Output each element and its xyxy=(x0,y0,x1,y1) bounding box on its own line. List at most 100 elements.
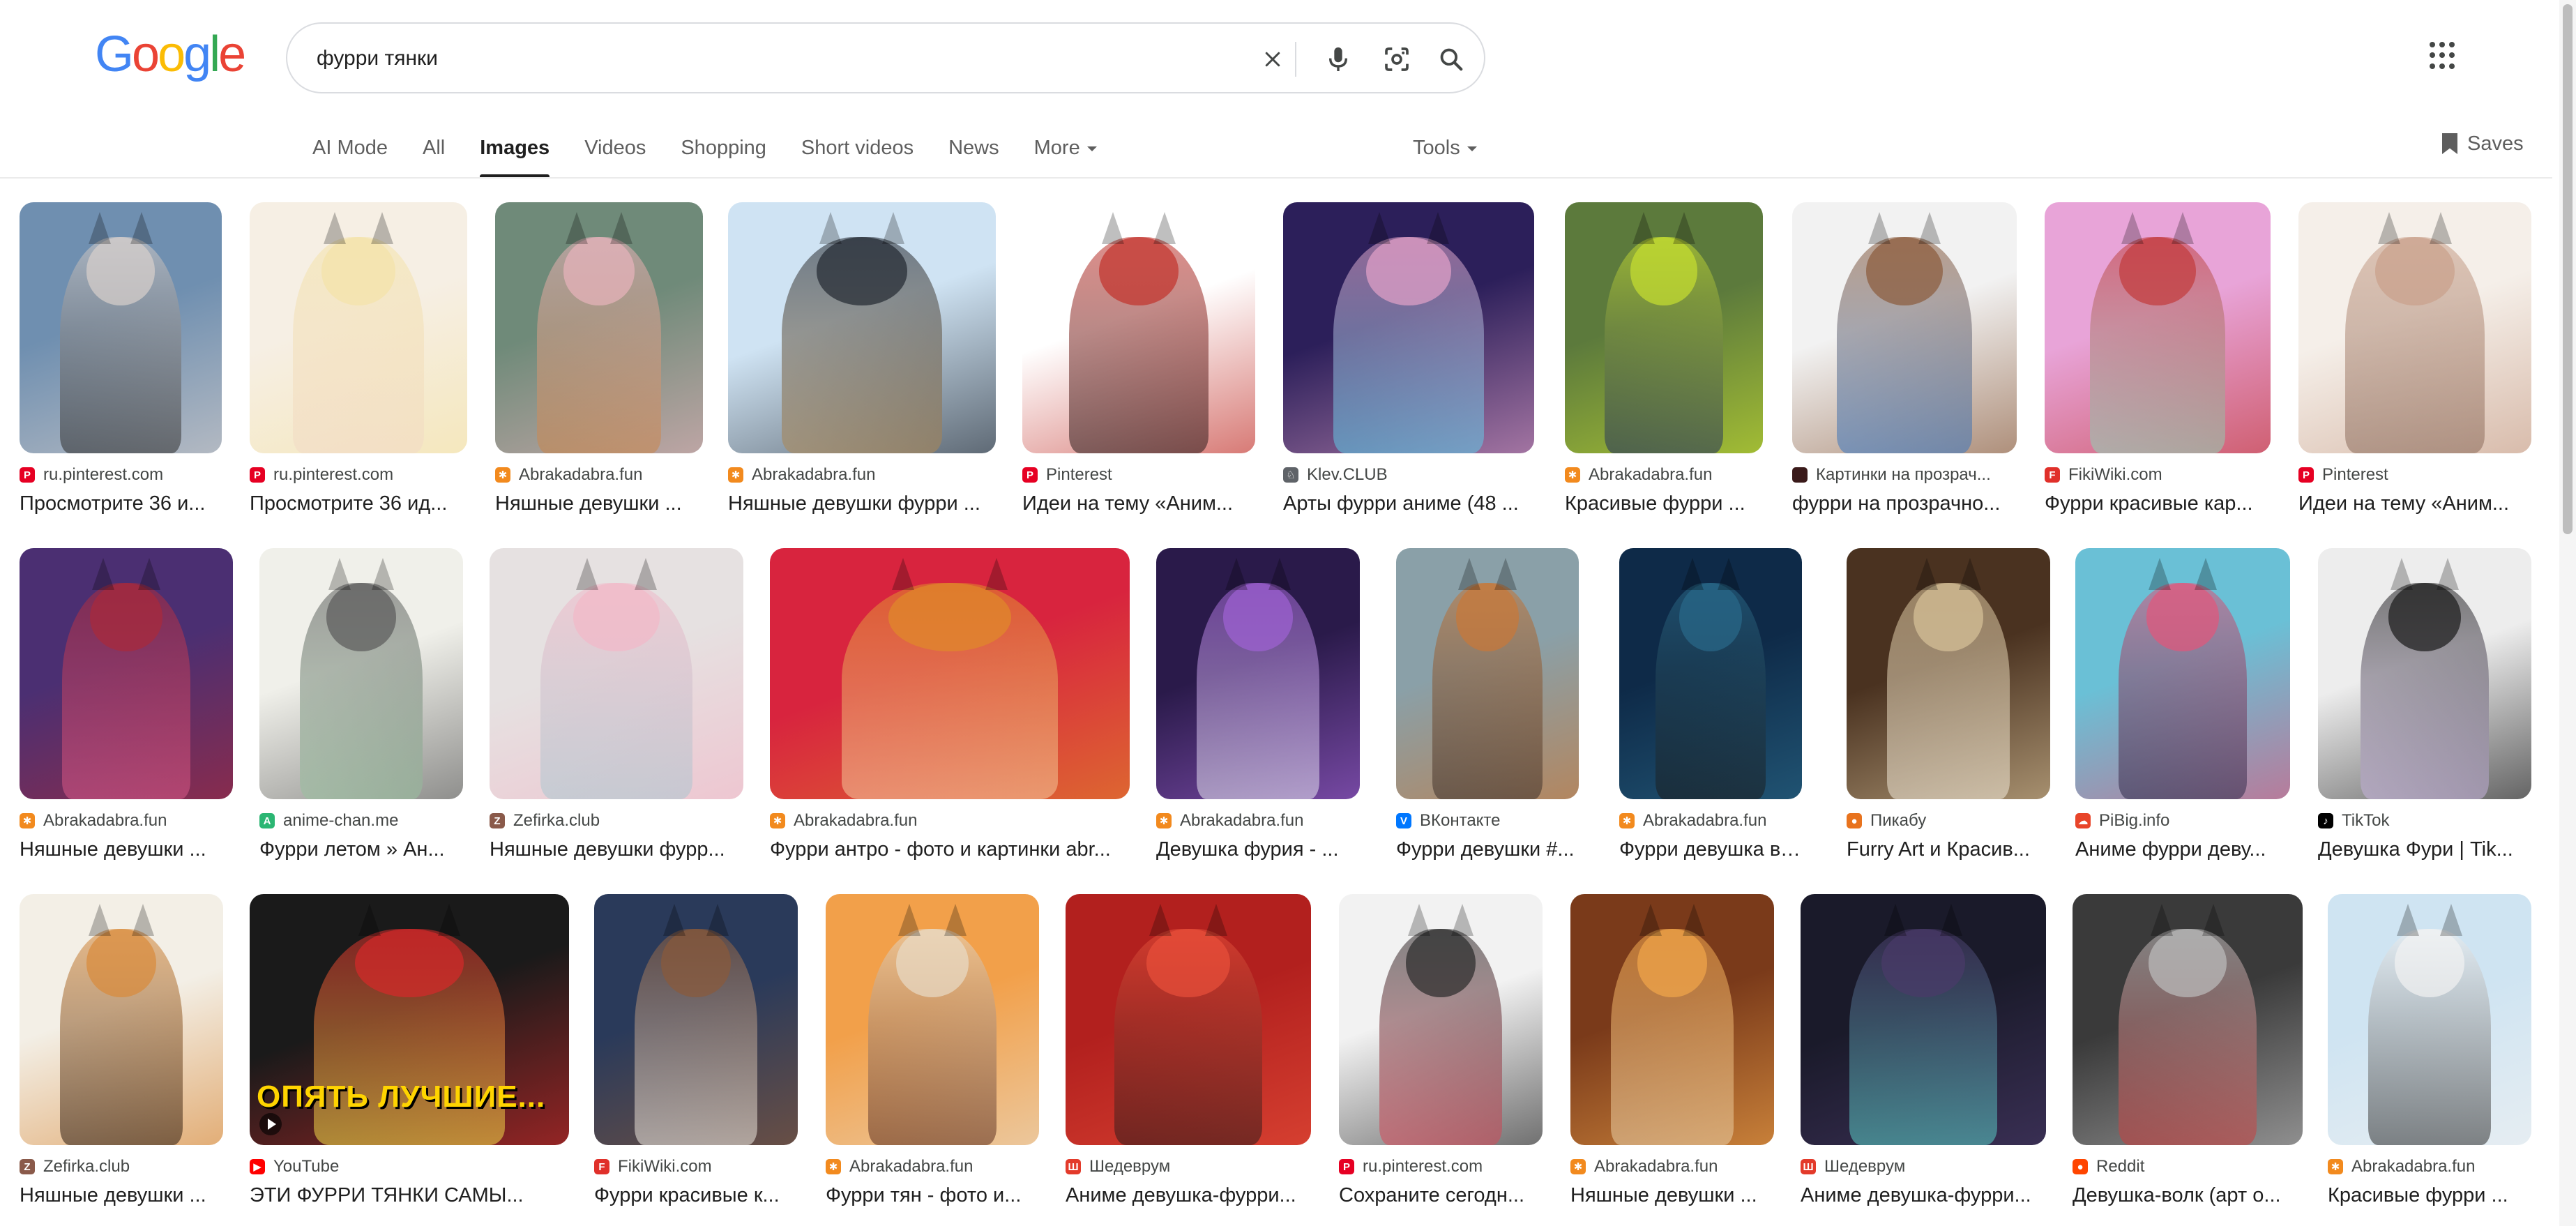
image-result[interactable]: ✱ Abrakadabra.fun Няшные девушки ... xyxy=(495,202,703,517)
result-source[interactable]: ● Reddit xyxy=(2073,1156,2303,1177)
close-icon[interactable] xyxy=(1255,42,1290,77)
result-source[interactable]: Aanime-chan.me xyxy=(259,810,463,831)
result-thumbnail[interactable] xyxy=(1801,894,2046,1145)
result-source[interactable]: ☁ PiBig.info xyxy=(2075,810,2290,831)
result-title[interactable]: Аниме девушка-фурри... xyxy=(1066,1183,1311,1209)
result-source[interactable]: Ш Шедеврум xyxy=(1066,1156,1311,1177)
image-result[interactable]: F FikiWiki.com Фурри красивые кар... xyxy=(2045,202,2271,517)
scrollbar[interactable] xyxy=(2559,0,2576,1226)
result-source[interactable]: ✱ Abrakadabra.fun xyxy=(1565,464,1763,485)
search-input[interactable] xyxy=(317,43,1188,74)
result-thumbnail[interactable] xyxy=(770,548,1130,799)
result-title[interactable]: Идеи на тему «Аним... xyxy=(1022,491,1255,517)
result-source[interactable]: ♘ Klev.CLUB xyxy=(1283,464,1534,485)
image-result[interactable]: ✱ Abrakadabra.fun Няшные девушки ... xyxy=(1570,894,1774,1209)
result-source[interactable]: ✱ Abrakadabra.fun xyxy=(495,464,703,485)
search-box[interactable] xyxy=(286,22,1485,93)
image-result[interactable]: Z Zefirka.club Няшные девушки ... xyxy=(20,894,223,1209)
result-title[interactable]: Фурри красивые кар... xyxy=(2045,491,2271,517)
result-thumbnail[interactable] xyxy=(2328,894,2531,1145)
result-source[interactable]: ▶ YouTube xyxy=(250,1156,569,1177)
result-source[interactable]: ✱ Abrakadabra.fun xyxy=(2328,1156,2531,1177)
result-source[interactable]: ● Пикабу xyxy=(1847,810,2050,831)
result-source[interactable]: ✱ Abrakadabra.fun xyxy=(1619,810,1802,831)
result-thumbnail[interactable] xyxy=(1565,202,1763,453)
result-title[interactable]: Просмотрите 36 и... xyxy=(20,491,222,517)
result-source[interactable]: ✱ Abrakadabra.fun xyxy=(826,1156,1039,1177)
result-title[interactable]: Furry Art и Красив... xyxy=(1847,837,2050,863)
result-title[interactable]: ЭТИ ФУРРИ ТЯНКИ САМЫ... xyxy=(250,1183,569,1209)
result-title[interactable]: Фурри антро - фото и картинки abr... xyxy=(770,837,1130,863)
result-title[interactable]: Красивые фурри ... xyxy=(2328,1183,2531,1209)
result-thumbnail[interactable] xyxy=(20,548,233,799)
result-thumbnail[interactable] xyxy=(826,894,1039,1145)
result-thumbnail[interactable]: ОПЯТЬ ЛУЧШИЕ... xyxy=(250,894,569,1145)
result-title[interactable]: Няшные девушки фурри ... xyxy=(728,491,996,517)
result-source[interactable]: F FikiWiki.com xyxy=(594,1156,798,1177)
image-result[interactable]: ☁ PiBig.info Аниме фурри деву... xyxy=(2075,548,2290,863)
result-source[interactable]: ✱ Abrakadabra.fun xyxy=(1156,810,1360,831)
result-source[interactable]: Pru.pinterest.com xyxy=(20,464,222,485)
result-title[interactable]: Няшные девушки ... xyxy=(20,837,233,863)
saves-button[interactable]: Saves xyxy=(2442,127,2524,160)
result-thumbnail[interactable] xyxy=(2075,548,2290,799)
image-result[interactable]: ОПЯТЬ ЛУЧШИЕ... ▶ YouTube ЭТИ ФУРРИ ТЯНКИ С… xyxy=(250,894,569,1209)
image-result[interactable]: Картинки на прозрач... фурри на прозрачно… xyxy=(1792,202,2017,517)
result-thumbnail[interactable] xyxy=(259,548,463,799)
result-title[interactable]: Девушка-волк (арт о... xyxy=(2073,1183,2303,1209)
result-source[interactable]: ✱ Abrakadabra.fun xyxy=(20,810,233,831)
image-result[interactable]: F FikiWiki.com Фурри красивые к... xyxy=(594,894,798,1209)
result-title[interactable]: Идеи на тему «Аним... xyxy=(2298,491,2531,517)
result-title[interactable]: Арты фурри аниме (48 ... xyxy=(1283,491,1534,517)
image-result[interactable]: ✱ Abrakadabra.fun Няшные девушки фурри ... xyxy=(728,202,996,517)
result-source[interactable]: Ш Шедеврум xyxy=(1801,1156,2046,1177)
result-title[interactable]: Аниме фурри деву... xyxy=(2075,837,2290,863)
result-thumbnail[interactable] xyxy=(1570,894,1774,1145)
result-title[interactable]: Няшные девушки ... xyxy=(20,1183,223,1209)
result-source[interactable]: Z Zefirka.club xyxy=(20,1156,223,1177)
image-result[interactable]: P Pinterest Идеи на тему «Аним... xyxy=(1022,202,1255,517)
result-source[interactable]: F FikiWiki.com xyxy=(2045,464,2271,485)
image-result[interactable]: Pru.pinterest.com Просмотрите 36 ид... xyxy=(250,202,467,517)
result-thumbnail[interactable] xyxy=(1022,202,1255,453)
image-result[interactable]: ♪ TikTok Девушка Фури | Tik... xyxy=(2318,548,2531,863)
image-result[interactable]: Ш Шедеврум Аниме девушка-фурри... xyxy=(1066,894,1311,1209)
result-title[interactable]: Просмотрите 36 ид... xyxy=(250,491,467,517)
tab-news[interactable]: News xyxy=(948,131,999,166)
result-thumbnail[interactable] xyxy=(2298,202,2531,453)
image-result[interactable]: ✱ Abrakadabra.fun Красивые фурри ... xyxy=(2328,894,2531,1209)
image-result[interactable]: ● Reddit Девушка-волк (арт о... xyxy=(2073,894,2303,1209)
result-thumbnail[interactable] xyxy=(250,202,467,453)
image-result[interactable]: ✱ Abrakadabra.fun Фурри девушка во... xyxy=(1619,548,1802,863)
result-thumbnail[interactable] xyxy=(2318,548,2531,799)
search-icon[interactable] xyxy=(1434,42,1469,77)
image-result[interactable]: ✱ Abrakadabra.fun Фурри тян - фото и... xyxy=(826,894,1039,1209)
tab-shopping[interactable]: Shopping xyxy=(681,131,766,166)
result-title[interactable]: Фурри девушки #... xyxy=(1396,837,1579,863)
image-result[interactable]: Aanime-chan.me Фурри летом » Ан... xyxy=(259,548,463,863)
result-source[interactable]: V ВКонтакте xyxy=(1396,810,1579,831)
tab-images[interactable]: Images xyxy=(480,131,550,179)
image-result[interactable]: ● Пикабу Furry Art и Красив... xyxy=(1847,548,2050,863)
result-source[interactable]: ♪ TikTok xyxy=(2318,810,2531,831)
result-thumbnail[interactable] xyxy=(1066,894,1311,1145)
result-source[interactable]: P Pinterest xyxy=(2298,464,2531,485)
tab-all[interactable]: All xyxy=(423,131,445,166)
result-title[interactable]: Няшные девушки ... xyxy=(1570,1183,1774,1209)
result-title[interactable]: Фурри красивые к... xyxy=(594,1183,798,1209)
result-thumbnail[interactable] xyxy=(20,894,223,1145)
result-source[interactable]: ✱ Abrakadabra.fun xyxy=(728,464,996,485)
google-logo[interactable]: Google xyxy=(95,29,246,80)
result-thumbnail[interactable] xyxy=(1156,548,1360,799)
image-result[interactable]: ✱ Abrakadabra.fun Няшные девушки ... xyxy=(20,548,233,863)
result-title[interactable]: Аниме девушка-фурри... xyxy=(1801,1183,2046,1209)
tools-button[interactable]: Tools xyxy=(1413,131,1477,165)
result-source[interactable]: Pru.pinterest.com xyxy=(1339,1156,1543,1177)
result-source[interactable]: Z Zefirka.club xyxy=(490,810,743,831)
apps-grid-icon[interactable] xyxy=(2430,42,2457,70)
result-thumbnail[interactable] xyxy=(1847,548,2050,799)
image-result[interactable]: ♘ Klev.CLUB Арты фурри аниме (48 ... xyxy=(1283,202,1534,517)
result-thumbnail[interactable] xyxy=(594,894,798,1145)
image-result[interactable]: ✱ Abrakadabra.fun Девушка фурия - ... xyxy=(1156,548,1360,863)
image-result[interactable]: Z Zefirka.club Няшные девушки фурр... xyxy=(490,548,743,863)
